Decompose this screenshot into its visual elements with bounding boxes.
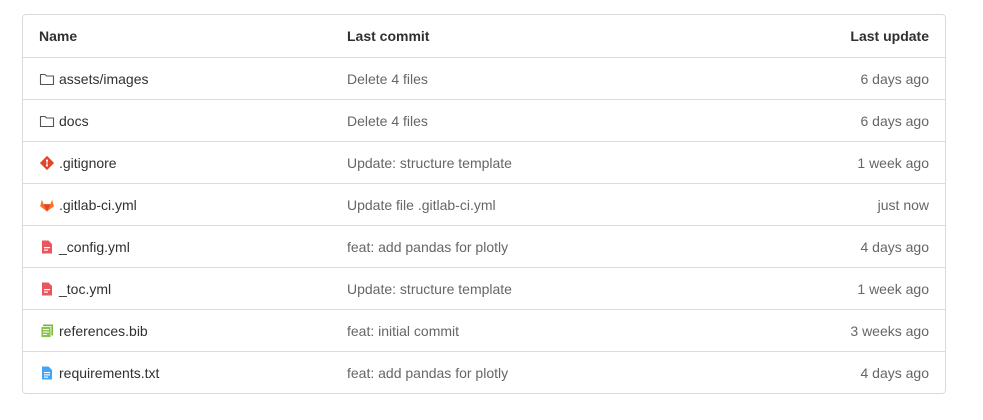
last-update-time: 3 weeks ago	[850, 322, 929, 339]
table-row: references.bib feat: initial commit 3 we…	[23, 309, 945, 351]
file-name-link[interactable]: .gitlab-ci.yml	[59, 197, 137, 213]
commit-message-link[interactable]: feat: add pandas for plotly	[347, 239, 508, 255]
header-last-commit: Last commit	[347, 28, 430, 44]
commit-message-link[interactable]: feat: add pandas for plotly	[347, 365, 508, 381]
file-table: Name Last commit Last update assets/imag…	[22, 14, 946, 394]
git-icon	[39, 155, 55, 171]
folder-icon	[39, 71, 55, 87]
header-last-update: Last update	[850, 28, 929, 44]
last-update-time: just now	[877, 196, 929, 213]
last-update-time: 6 days ago	[860, 70, 930, 87]
commit-message-link[interactable]: Update: structure template	[347, 155, 512, 171]
commit-message-link[interactable]: Update file .gitlab-ci.yml	[347, 197, 496, 213]
header-name: Name	[39, 28, 78, 44]
table-row: .gitlab-ci.yml Update file .gitlab-ci.ym…	[23, 183, 945, 225]
last-update-time: 1 week ago	[857, 154, 929, 171]
last-update-time: 4 days ago	[860, 364, 930, 381]
table-header: Name Last commit Last update	[23, 15, 945, 57]
table-row: _toc.yml Update: structure template 1 we…	[23, 267, 945, 309]
file-name-link[interactable]: requirements.txt	[59, 365, 159, 381]
commit-message-link[interactable]: feat: initial commit	[347, 323, 459, 339]
table-row: _config.yml feat: add pandas for plotly …	[23, 225, 945, 267]
text-file-icon	[39, 365, 55, 381]
file-name-link[interactable]: _toc.yml	[59, 281, 111, 297]
table-row: assets/images Delete 4 files 6 days ago	[23, 57, 945, 99]
bib-file-icon	[39, 323, 55, 339]
file-name-link[interactable]: references.bib	[59, 323, 148, 339]
file-name-link[interactable]: _config.yml	[59, 239, 130, 255]
last-update-time: 1 week ago	[857, 280, 929, 297]
last-update-time: 6 days ago	[860, 112, 930, 129]
commit-message-link[interactable]: Delete 4 files	[347, 113, 428, 129]
table-row: docs Delete 4 files 6 days ago	[23, 99, 945, 141]
file-name-link[interactable]: assets/images	[59, 71, 148, 87]
commit-message-link[interactable]: Delete 4 files	[347, 71, 428, 87]
file-name-link[interactable]: .gitignore	[59, 155, 117, 171]
last-update-time: 4 days ago	[860, 238, 930, 255]
gitlab-icon	[39, 197, 55, 213]
yaml-file-icon	[39, 281, 55, 297]
table-row: .gitignore Update: structure template 1 …	[23, 141, 945, 183]
table-row: requirements.txt feat: add pandas for pl…	[23, 351, 945, 393]
commit-message-link[interactable]: Update: structure template	[347, 281, 512, 297]
file-name-link[interactable]: docs	[59, 113, 89, 129]
folder-icon	[39, 113, 55, 129]
yaml-file-icon	[39, 239, 55, 255]
